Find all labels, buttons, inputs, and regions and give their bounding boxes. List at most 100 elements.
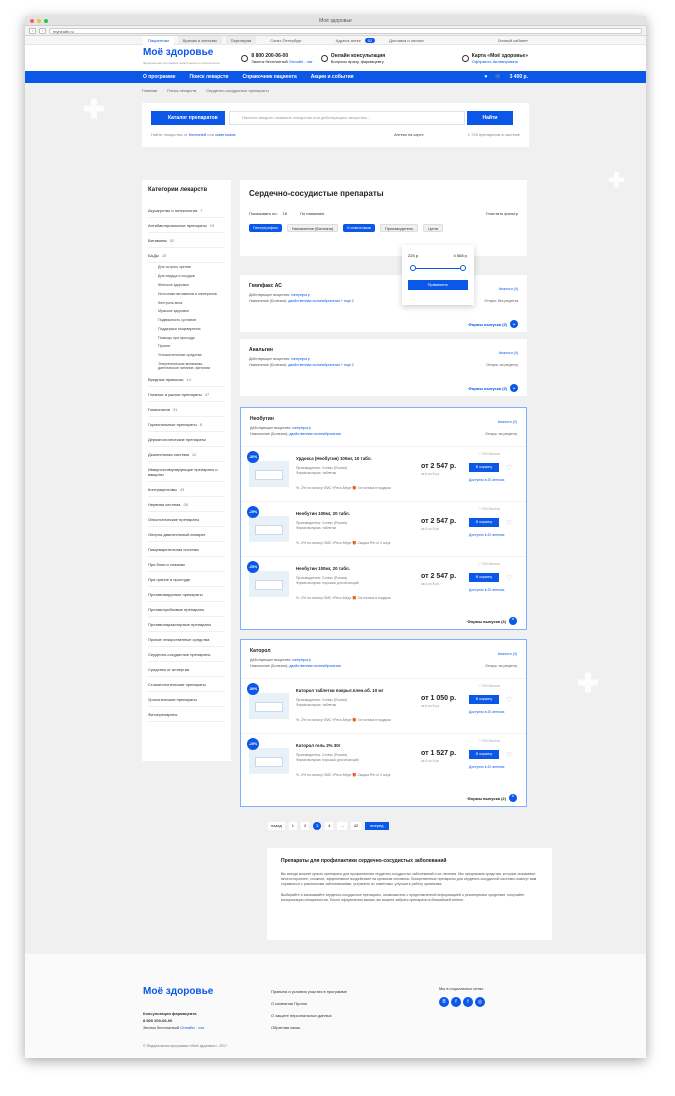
instagram-icon[interactable]: ◎ (475, 997, 485, 1007)
product-image[interactable] (249, 516, 289, 542)
add-to-cart-button[interactable]: В корзину (469, 573, 499, 582)
nav-about[interactable]: О программе (143, 74, 176, 80)
forward-icon[interactable]: › (39, 27, 46, 34)
sidebar-item[interactable]: Онкологические препараты (148, 512, 225, 528)
offer-title[interactable]: Необутин 100мг, 20 табл. (296, 566, 350, 571)
pager-page[interactable]: 42 (350, 822, 362, 830)
city-select[interactable]: Санкт-Петербург (270, 38, 301, 43)
zoom-dot[interactable] (44, 19, 48, 23)
add-to-cart-button[interactable]: В корзину (469, 463, 499, 472)
footer-chat[interactable]: Онлайн - чат (180, 1025, 204, 1030)
product-name[interactable]: Необутин (250, 416, 517, 422)
sidebar-item[interactable]: При боли и спазмах (148, 557, 225, 573)
pager-page[interactable]: 2 (301, 822, 310, 830)
product-image[interactable] (249, 748, 289, 774)
product-name[interactable]: Гемпфакс АС (249, 283, 518, 289)
footer-logo[interactable]: Моё здоровье (143, 986, 213, 997)
analogs-link[interactable]: Аналоги (4) (499, 287, 518, 291)
add-to-cart-button[interactable]: В корзину (469, 518, 499, 527)
offer-title[interactable]: Урдокса (Необутин) 100мг, 10 табл. (296, 456, 372, 461)
sidebar-item[interactable]: Противогрибковые препараты (148, 602, 225, 618)
sidebar-item[interactable]: Контрацептивы 43 (148, 482, 225, 498)
offer-title[interactable]: Каторол гель 2% 30г (296, 743, 340, 748)
analogs-link[interactable]: Аналоги (4) (498, 652, 517, 656)
product-image[interactable] (249, 461, 289, 487)
card-activate-link[interactable]: Активировать (493, 59, 518, 64)
vk-icon[interactable]: В (439, 997, 449, 1007)
card-get-link[interactable]: Оформить (472, 59, 492, 64)
forms-toggle[interactable]: Формы выпуска (3) ⌄ (468, 320, 518, 328)
sidebar-item[interactable]: Противовирусные препараты (148, 587, 225, 603)
subst-link[interactable]: гиперпрогр (292, 426, 311, 430)
nav-promo[interactable]: Акции и события (311, 74, 354, 80)
subst-link[interactable]: гиперпрогр (291, 357, 310, 361)
facebook-icon[interactable]: f (463, 997, 473, 1007)
price-slider[interactable] (408, 264, 468, 274)
sidebar-subitem[interactable]: Подвижность суставов (148, 316, 225, 325)
footer-phone[interactable]: 8 800 200-06-00 (143, 1018, 172, 1023)
sidebar-item[interactable]: Фитопрепараты (148, 707, 225, 723)
facebook-icon[interactable]: f (451, 997, 461, 1007)
more-link[interactable]: + еще 2 (341, 299, 354, 303)
sidebar-subitem[interactable]: Женское здоровье (148, 281, 225, 290)
cart-icon[interactable]: 🛒 (495, 74, 501, 80)
chip-manufacturer[interactable]: Производитель (379, 224, 419, 232)
find-button[interactable]: Найти (467, 111, 513, 125)
close-dot[interactable] (30, 19, 34, 23)
cabinet-link[interactable]: Личный кабинет (498, 38, 528, 43)
add-to-cart-button[interactable]: В корзину (469, 695, 499, 704)
purpose-link[interactable]: двойственная полинейропатия (288, 363, 340, 367)
sidebar-item[interactable]: БАДы 15 (148, 248, 225, 263)
sidebar-item[interactable]: Иммуностимулирующие препараты и вакцины (148, 462, 225, 483)
footer-link[interactable]: О защите персональных данных (271, 1010, 347, 1022)
slider-max-handle[interactable] (460, 265, 466, 271)
footer-link[interactable]: Правила и условия участия в программе (271, 986, 347, 998)
nav-reference[interactable]: Справочник пациента (242, 74, 296, 80)
heart-icon[interactable]: ♡ (506, 464, 512, 472)
catalog-button[interactable]: Каталог препаратов (151, 111, 225, 125)
favorites-icon[interactable]: ♥ (484, 74, 487, 80)
subst-link[interactable]: гиперпрогр (291, 293, 310, 297)
chip-hypertrophy[interactable]: Гипертрофия (249, 224, 282, 232)
logo[interactable]: Моё здоровье Федеральная программа лекарс… (143, 48, 219, 68)
more-link[interactable]: + еще 2 (341, 363, 354, 367)
pager-prev[interactable]: назад (268, 822, 285, 830)
crumb-search[interactable]: Поиск лекарств (167, 88, 196, 93)
product-name[interactable]: Каторол (250, 648, 517, 654)
sidebar-item[interactable]: Витамины 52 (148, 233, 225, 248)
product-image[interactable] (249, 693, 289, 719)
tab-patients[interactable]: Пациентам (143, 35, 174, 45)
analogs-link[interactable]: Аналоги (4) (499, 351, 518, 355)
heart-icon[interactable]: ♡ (506, 696, 512, 704)
sidebar-subitem[interactable]: Успокоительные средства (148, 351, 225, 360)
sidebar-item[interactable]: Прочие лекарственные средства (148, 632, 225, 648)
sidebar-item[interactable]: Опорно-двигательный аппарат (148, 527, 225, 543)
heart-icon[interactable]: ♡ (506, 574, 512, 582)
pager-page[interactable]: 4 (325, 822, 334, 830)
sidebar-item[interactable]: Антибактериальные препараты 19 (148, 218, 225, 233)
sidebar-item[interactable]: Урологические препараты (148, 692, 225, 708)
product-image[interactable] (249, 571, 289, 597)
product-name[interactable]: Анальгин (249, 347, 518, 353)
sidebar-subitem[interactable]: Энергетические витамины, диетическое пит… (148, 360, 225, 373)
footer-link[interactable]: О компании Протек (271, 998, 347, 1010)
delivery-link[interactable]: Доставка и оплата (389, 38, 424, 43)
sidebar-subitem[interactable]: Контроль веса (148, 298, 225, 307)
purpose-link[interactable]: двойственная полинейропатия (289, 432, 341, 436)
subst-link[interactable]: гиперпрогр (292, 658, 311, 662)
forms-toggle[interactable]: Формы выпуска (3) ⌃ (467, 617, 517, 625)
sidebar-item[interactable]: Глазные и ушные препараты 47 (148, 387, 225, 403)
offer-title[interactable]: Каторол таблетки покрыт.плен.об. 10 мг (296, 688, 383, 693)
footer-link[interactable]: Обратная связь (271, 1022, 347, 1034)
search-input[interactable]: Начните вводить название лекарства или д… (229, 111, 465, 125)
map-link[interactable]: Аптеки на карте (394, 132, 424, 137)
hint-symptoms-link[interactable]: симптомов (215, 132, 235, 137)
sidebar-item[interactable]: Противопаразитарные препараты (148, 617, 225, 633)
forms-toggle[interactable]: Формы выпуска (3) ⌄ (468, 384, 518, 392)
sidebar-item[interactable]: Гормональные препараты 8 (148, 417, 225, 433)
sidebar-item[interactable]: Дерматологические препараты (148, 432, 225, 448)
crumb-home[interactable]: Главная (142, 88, 157, 93)
forms-toggle[interactable]: Формы выпуска (2) ⌃ (467, 794, 517, 802)
purpose-link[interactable]: двойственная полинейропатия (288, 299, 340, 303)
sidebar-item[interactable]: Пищеварительная система (148, 542, 225, 558)
